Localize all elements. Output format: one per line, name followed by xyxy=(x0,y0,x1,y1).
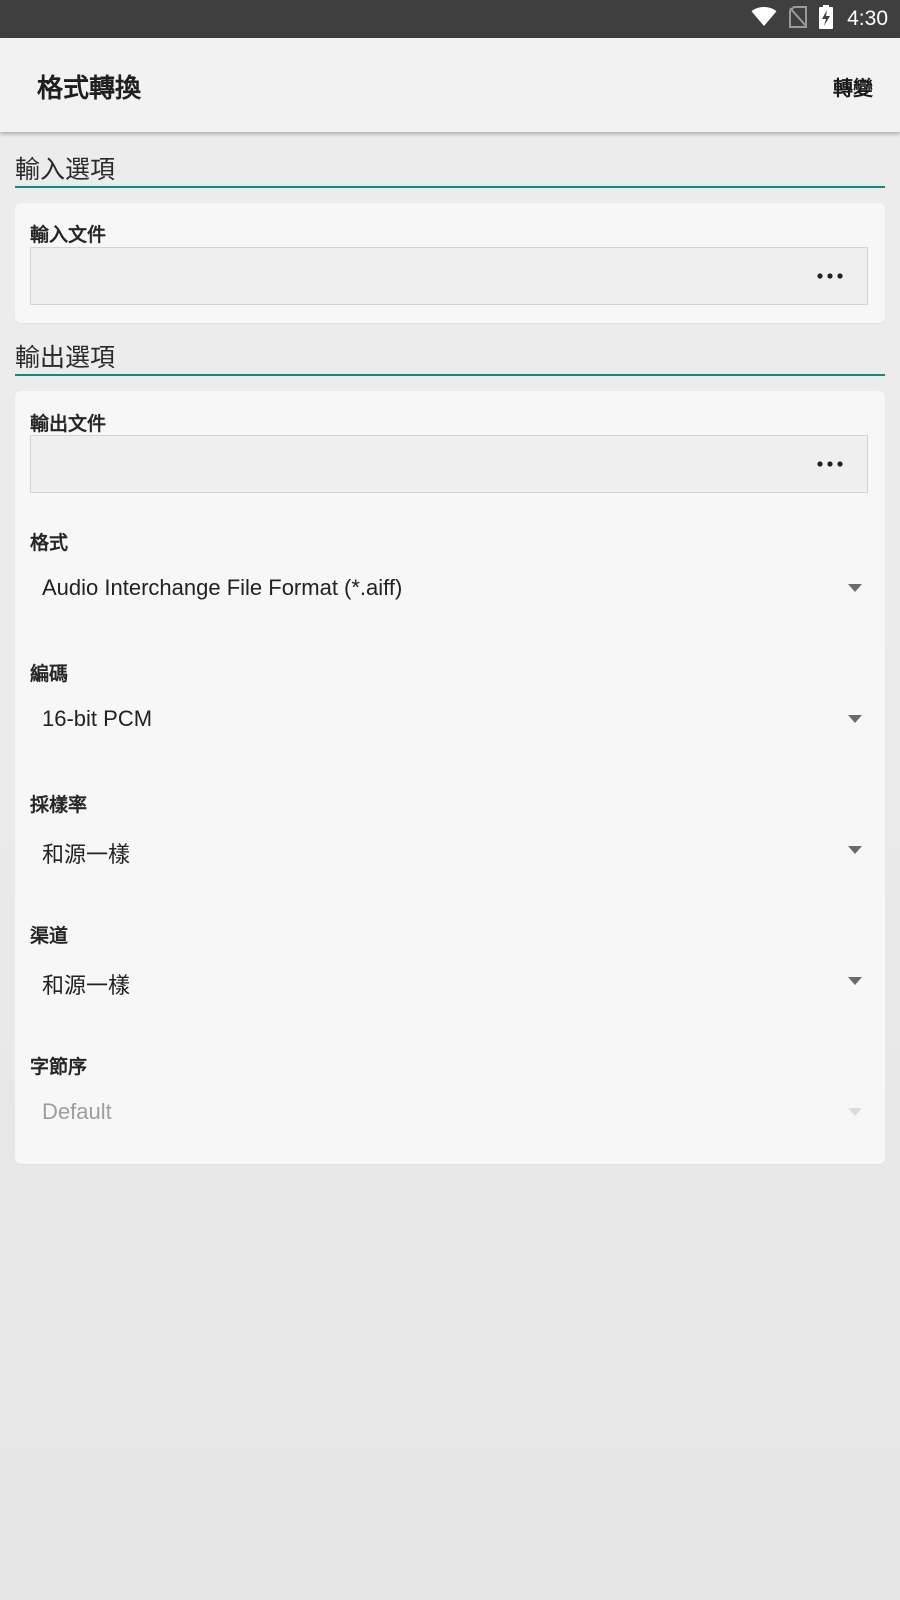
output-section-header: 輸出選項 xyxy=(15,332,885,376)
input-file-field[interactable] xyxy=(30,247,868,305)
app-toolbar: 格式轉換 轉變 xyxy=(0,38,900,132)
format-dropdown[interactable]: Audio Interchange File Format (*.aiff) xyxy=(30,565,868,615)
convert-button[interactable]: 轉變 xyxy=(833,72,873,101)
more-horizontal-icon[interactable] xyxy=(817,454,843,474)
sample-rate-value: 和源一樣 xyxy=(42,842,131,867)
status-bar: 4:30 xyxy=(0,0,900,38)
no-sim-icon xyxy=(789,6,808,32)
format-label: 格式 xyxy=(30,532,69,554)
channels-dropdown[interactable]: 和源一樣 xyxy=(30,958,868,1008)
encoding-value: 16-bit PCM xyxy=(42,706,153,731)
channels-label: 渠道 xyxy=(30,925,69,947)
byte-order-dropdown: Default xyxy=(30,1089,868,1139)
status-time: 4:30 xyxy=(847,7,888,30)
input-card: 輸入文件 xyxy=(15,203,885,323)
more-horizontal-icon[interactable] xyxy=(817,266,843,286)
byte-order-label: 字節序 xyxy=(30,1056,88,1078)
sample-rate-dropdown[interactable]: 和源一樣 xyxy=(30,827,868,877)
dropdown-arrow-icon xyxy=(848,584,862,592)
dropdown-arrow-icon xyxy=(848,715,862,723)
output-file-label: 輸出文件 xyxy=(30,413,107,435)
page-title: 格式轉換 xyxy=(37,74,142,104)
status-icons: 4:30 xyxy=(751,0,888,38)
input-file-label: 輸入文件 xyxy=(30,224,107,246)
byte-order-value: Default xyxy=(42,1099,112,1124)
battery-charging-icon xyxy=(819,5,834,33)
input-section-header: 輸入選項 xyxy=(15,144,885,188)
encoding-label: 編碼 xyxy=(30,663,69,685)
dropdown-arrow-icon xyxy=(848,1108,862,1116)
dropdown-arrow-icon xyxy=(848,977,862,985)
wifi-icon xyxy=(751,7,777,31)
encoding-dropdown[interactable]: 16-bit PCM xyxy=(30,696,868,746)
channels-value: 和源一樣 xyxy=(42,973,131,998)
output-file-field[interactable] xyxy=(30,435,868,493)
input-section-title: 輸入選項 xyxy=(15,155,116,184)
output-section-title: 輸出選項 xyxy=(15,343,116,372)
format-value: Audio Interchange File Format (*.aiff) xyxy=(42,575,403,600)
sample-rate-label: 採樣率 xyxy=(30,794,88,816)
dropdown-arrow-icon xyxy=(848,846,862,854)
output-card: 輸出文件 格式 Audio Interchange File Format (*… xyxy=(15,391,885,1164)
